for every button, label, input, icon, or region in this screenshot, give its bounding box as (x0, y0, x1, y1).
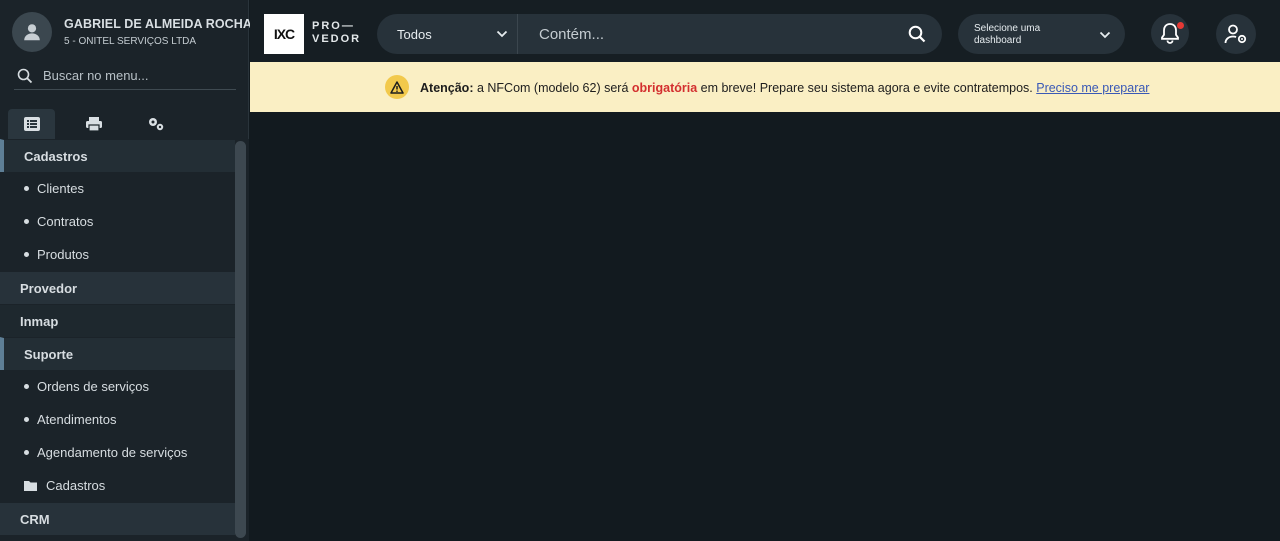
bullet-icon (24, 384, 29, 389)
gears-icon (148, 118, 163, 131)
logo[interactable]: IXC (264, 14, 304, 54)
banner-highlight: obrigatória (631, 81, 698, 95)
search-filter-select[interactable]: Todos (377, 14, 518, 54)
banner-text-after: em breve! Prepare seu sistema agora e ev… (697, 81, 1037, 95)
bullet-icon (24, 450, 29, 455)
user-settings-button[interactable] (1216, 14, 1256, 54)
bullet-icon (24, 186, 29, 191)
sidebar-menu: Cadastros Clientes Contratos Produtos Pr… (0, 139, 235, 535)
bullet-icon (24, 219, 29, 224)
chevron-down-icon (496, 30, 508, 38)
sidebar-item-label: Provedor (20, 280, 78, 296)
sidebar-item-contratos[interactable]: Contratos (0, 205, 235, 238)
sidebar-item-agendamento[interactable]: Agendamento de serviços (0, 436, 235, 469)
list-icon (23, 117, 40, 131)
user-name: GABRIEL DE ALMEIDA ROCHA (64, 17, 253, 31)
sidebar-item-label: Cadastros (46, 478, 106, 493)
bullet-icon (24, 252, 29, 257)
banner-message: Atenção: a NFCom (modelo 62) será obriga… (420, 81, 1149, 95)
sidebar-item-produtos[interactable]: Produtos (0, 238, 235, 271)
sidebar: GABRIEL DE ALMEIDA ROCHA 5 - ONITEL SERV… (0, 0, 252, 541)
sidebar-scrollbar[interactable] (235, 139, 249, 541)
printer-icon (85, 117, 102, 132)
user-company: 5 - ONITEL SERVIÇOS LTDA (64, 36, 197, 47)
sidebar-item-clientes[interactable]: Clientes (0, 172, 235, 205)
sidebar-item-label: Cadastros (24, 148, 88, 164)
tab-print[interactable] (70, 109, 117, 139)
sidebar-item-label: Agendamento de serviços (37, 445, 188, 460)
dashboard-select[interactable]: Selecione uma dashboard (958, 14, 1125, 54)
avatar (12, 12, 52, 52)
user-gear-icon (1224, 24, 1247, 44)
logo-line-2: VEDOR (312, 33, 362, 45)
logo-text: PRO— VEDOR (312, 20, 361, 46)
main-content (250, 112, 1280, 541)
logo-line-1: PRO— (312, 20, 355, 32)
sidebar-item-label: Clientes (37, 181, 84, 196)
prepare-link[interactable]: Preciso me preparar (1036, 81, 1149, 95)
menu-search (14, 62, 236, 90)
sidebar-item-cadastros-folder[interactable]: Cadastros (0, 469, 235, 502)
tab-settings[interactable] (132, 109, 179, 139)
sidebar-item-label: Ordens de serviços (37, 379, 149, 394)
sidebar-tabs (8, 109, 194, 139)
scrollbar-thumb[interactable] (235, 141, 246, 538)
menu-search-input[interactable] (43, 68, 223, 83)
nfcom-warning-banner: Atenção: a NFCom (modelo 62) será obriga… (250, 62, 1280, 112)
warning-badge (385, 75, 409, 99)
sidebar-item-suporte[interactable]: Suporte (0, 337, 235, 370)
sidebar-item-label: Suporte (24, 346, 74, 362)
user-profile[interactable]: GABRIEL DE ALMEIDA ROCHA 5 - ONITEL SERV… (12, 12, 252, 54)
user-icon (24, 24, 40, 41)
sidebar-item-inmap[interactable]: Inmap (0, 304, 235, 337)
top-bar: IXC PRO— VEDOR Todos Selecione uma dashb… (250, 0, 1280, 62)
chevron-down-icon (1099, 31, 1111, 39)
search-filter-value: Todos (397, 26, 432, 42)
notification-badge (1177, 22, 1184, 29)
search-input[interactable] (519, 14, 899, 54)
sidebar-item-label: CRM (20, 511, 50, 527)
logo-mark: IXC (273, 26, 295, 42)
search-icon (17, 68, 33, 83)
sidebar-item-label: Produtos (37, 247, 90, 262)
sidebar-item-label: Inmap (20, 313, 59, 329)
sidebar-item-atendimentos[interactable]: Atendimentos (0, 403, 235, 436)
sidebar-item-label: Atendimentos (37, 412, 117, 427)
dashboard-select-label: Selecione uma dashboard (974, 23, 1041, 46)
global-search: Todos (377, 14, 942, 54)
sidebar-item-provedor[interactable]: Provedor (0, 271, 235, 304)
folder-icon (24, 481, 37, 491)
sidebar-item-crm[interactable]: CRM (0, 502, 235, 535)
banner-label: Atenção: (420, 81, 474, 95)
banner-text-before: a NFCom (modelo 62) será (473, 81, 632, 95)
sidebar-item-ordens[interactable]: Ordens de serviços (0, 370, 235, 403)
search-icon[interactable] (908, 25, 926, 43)
warning-icon (390, 80, 404, 94)
sidebar-item-cadastros[interactable]: Cadastros (0, 139, 235, 172)
sidebar-item-label: Contratos (37, 214, 94, 229)
bullet-icon (24, 417, 29, 422)
tab-menu[interactable] (8, 109, 55, 139)
notifications-button[interactable] (1151, 14, 1189, 52)
